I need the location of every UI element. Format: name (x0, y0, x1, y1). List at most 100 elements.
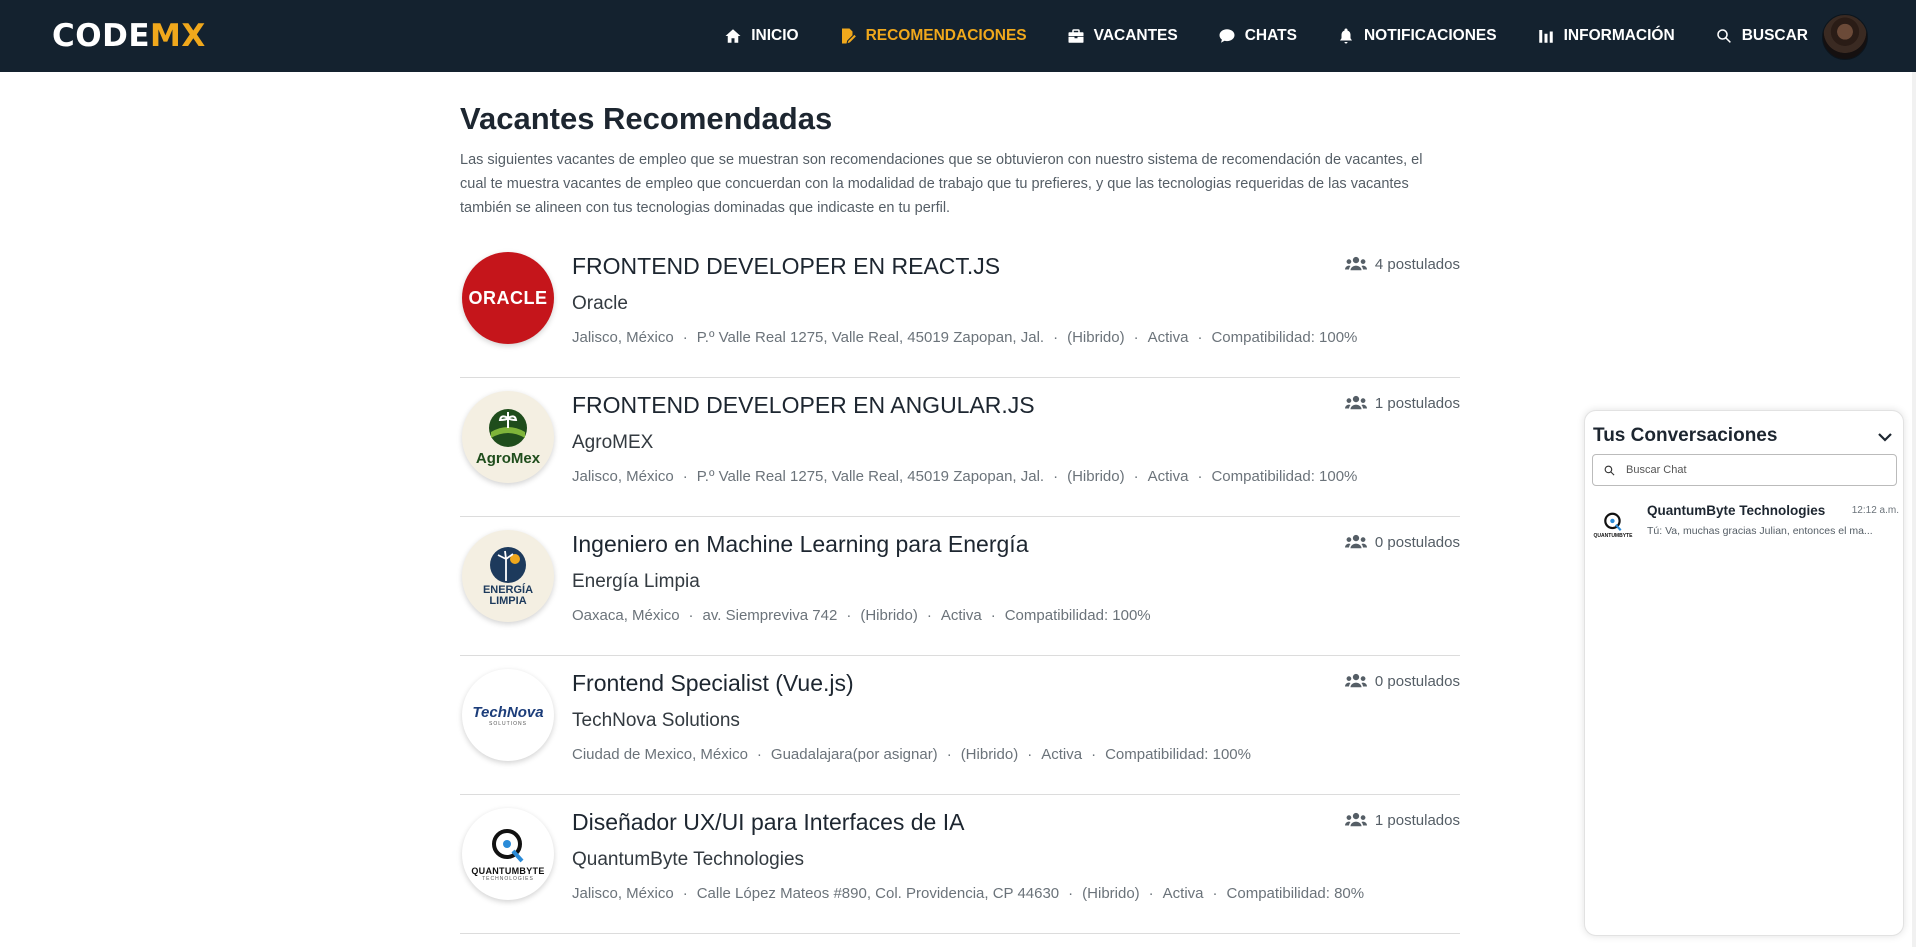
chevron-down-icon[interactable] (1877, 429, 1893, 445)
brand-part-1: CODE (52, 18, 151, 54)
page-scrollbar[interactable] (1912, 72, 1916, 947)
company-logo-energia-limpia: ENERGÍA LIMPIA (462, 530, 554, 622)
top-navbar: CODEMX INICIO RECOMENDACIONES VACANTES C… (0, 0, 1916, 72)
nav-item-inicio[interactable]: INICIO (724, 27, 799, 45)
applicants-count: 1 postulados (1344, 394, 1460, 412)
job-modality: (Hibrido) (1067, 468, 1125, 485)
quantum-q-icon (1604, 512, 1622, 531)
logo-text: ORACLE (468, 287, 548, 308)
job-status: Activa (1147, 329, 1189, 346)
nav-item-chats[interactable]: CHATS (1218, 27, 1297, 45)
company-logo-technova: TechNova SOLUTIONS (462, 669, 554, 761)
job-body: Ingeniero en Machine Learning para Energ… (572, 531, 1460, 624)
job-card[interactable]: AgroMex FRONTEND DEVELOPER EN ANGULAR.JS… (460, 378, 1460, 517)
job-modality: (Hibrido) (960, 746, 1019, 763)
search-icon (1604, 465, 1615, 475)
nav-label: BUSCAR (1741, 27, 1808, 44)
user-avatar[interactable] (1822, 14, 1868, 60)
job-title[interactable]: Frontend Specialist (Vue.js) (572, 670, 1460, 697)
nav-label: CHATS (1244, 27, 1297, 44)
nav-item-vacantes[interactable]: VACANTES (1067, 27, 1178, 45)
bar-chart-icon (1538, 30, 1553, 43)
job-card[interactable]: QUANTUMBYTE TECHNOLOGIES Diseñador UX/UI… (460, 795, 1460, 934)
job-body: FRONTEND DEVELOPER EN ANGULAR.JS AgroMEX… (572, 392, 1460, 485)
applicants-count: 0 postulados (1344, 672, 1460, 690)
job-location: Ciudad de Mexico, México (572, 746, 748, 763)
job-address: P.º Valle Real 1275, Valle Real, 45019 Z… (696, 468, 1045, 485)
applicants-label: 0 postulados (1374, 672, 1460, 690)
edit-doc-icon (841, 28, 856, 44)
conversation-avatar: QUANTUMBYTE (1591, 503, 1635, 547)
applicants-count: 0 postulados (1344, 533, 1460, 551)
job-card[interactable]: TechNova SOLUTIONS Frontend Specialist (… (460, 656, 1460, 795)
chat-bubble-icon (1219, 29, 1235, 43)
job-compatibility: Compatibilidad: 100% (1211, 329, 1358, 346)
job-list: ORACLE FRONTEND DEVELOPER EN REACT.JS Or… (460, 239, 1460, 934)
logo-text: QUANTUMBYTE (471, 866, 545, 876)
users-icon (1344, 395, 1367, 410)
users-icon (1344, 812, 1367, 827)
job-address: av. Siempreviva 742 (702, 607, 838, 624)
job-company: Oracle (572, 293, 628, 314)
nav-item-informacion[interactable]: INFORMACIÓN (1537, 27, 1675, 45)
users-icon (1344, 673, 1367, 688)
job-address: P.º Valle Real 1275, Valle Real, 45019 Z… (696, 329, 1045, 346)
chat-search-box (1592, 454, 1897, 486)
job-title[interactable]: FRONTEND DEVELOPER EN ANGULAR.JS (572, 392, 1460, 419)
chat-search-input[interactable] (1626, 464, 1876, 476)
users-icon (1344, 534, 1367, 549)
job-title[interactable]: Diseñador UX/UI para Interfaces de IA (572, 809, 1460, 836)
company-logo-agromex: AgroMex (462, 391, 554, 483)
job-title[interactable]: Ingeniero en Machine Learning para Energ… (572, 531, 1460, 558)
job-status: Activa (1147, 468, 1189, 485)
nav-item-buscar[interactable]: BUSCAR (1715, 27, 1808, 45)
job-card[interactable]: ENERGÍA LIMPIA Ingeniero en Machine Lear… (460, 517, 1460, 656)
job-modality: (Hibrido) (1082, 885, 1140, 902)
applicants-count: 4 postulados (1344, 255, 1460, 273)
home-icon (725, 29, 741, 43)
job-location: Jalisco, México (572, 329, 674, 346)
brand-logo[interactable]: CODEMX (52, 18, 206, 54)
job-meta: Jalisco, México · Calle López Mateos #890… (572, 885, 1365, 902)
job-modality: (Hibrido) (860, 607, 918, 624)
job-meta: Oaxaca, México · av. Siempreviva 742 · (Hi… (572, 607, 1151, 624)
bell-icon (1339, 28, 1352, 44)
nav-label: VACANTES (1093, 27, 1178, 44)
job-location: Jalisco, México (572, 885, 674, 902)
briefcase-icon (1068, 29, 1084, 43)
applicants-label: 0 postulados (1374, 533, 1460, 551)
job-company: AgroMEX (572, 432, 654, 453)
chat-panel: Tus Conversaciones QUANTUMBYTE QuantumBy… (1584, 410, 1904, 936)
quantum-q-icon (492, 829, 524, 863)
job-meta: Jalisco, México · P.º Valle Real 1275, Va… (572, 468, 1358, 485)
main-nav: INICIO RECOMENDACIONES VACANTES CHATS NO… (724, 0, 1808, 72)
applicants-label: 4 postulados (1374, 255, 1460, 273)
job-title[interactable]: FRONTEND DEVELOPER EN REACT.JS (572, 253, 1460, 280)
conversation-preview: Tú: Va, muchas gracias Julian, entonces … (1647, 525, 1873, 537)
job-address: Calle López Mateos #890, Col. Providenci… (696, 885, 1060, 902)
chat-panel-title: Tus Conversaciones (1593, 425, 1778, 446)
main-content: Vacantes Recomendadas Las siguientes vac… (460, 72, 1460, 934)
nav-label: INFORMACIÓN (1563, 27, 1675, 44)
job-card[interactable]: ORACLE FRONTEND DEVELOPER EN REACT.JS Or… (460, 239, 1460, 378)
job-status: Activa (940, 607, 982, 624)
job-body: Frontend Specialist (Vue.js) TechNova So… (572, 670, 1460, 763)
nav-item-notificaciones[interactable]: NOTIFICACIONES (1337, 27, 1497, 45)
conversation-name: QuantumByte Technologies (1647, 503, 1826, 518)
nav-label: NOTIFICACIONES (1363, 27, 1497, 44)
agro-field-icon (489, 408, 527, 447)
job-modality: (Hibrido) (1067, 329, 1125, 346)
search-icon (1716, 29, 1731, 43)
company-logo-oracle: ORACLE (462, 252, 554, 344)
conversation-time: 12:12 a.m. (1851, 505, 1899, 516)
nav-label: INICIO (751, 27, 799, 44)
nav-item-recomendaciones[interactable]: RECOMENDACIONES (839, 27, 1027, 45)
job-compatibility: Compatibilidad: 100% (1105, 746, 1251, 763)
conversation-item[interactable]: QUANTUMBYTE QuantumByte Technologies 12:… (1591, 503, 1899, 555)
logo-text: AgroMex (475, 449, 541, 467)
wind-sun-icon (490, 547, 526, 583)
nav-label: RECOMENDACIONES (865, 27, 1027, 44)
job-address: Guadalajara(por asignar) (770, 746, 938, 763)
applicants-label: 1 postulados (1374, 811, 1460, 829)
job-meta: Jalisco, México · P.º Valle Real 1275, Va… (572, 329, 1358, 346)
